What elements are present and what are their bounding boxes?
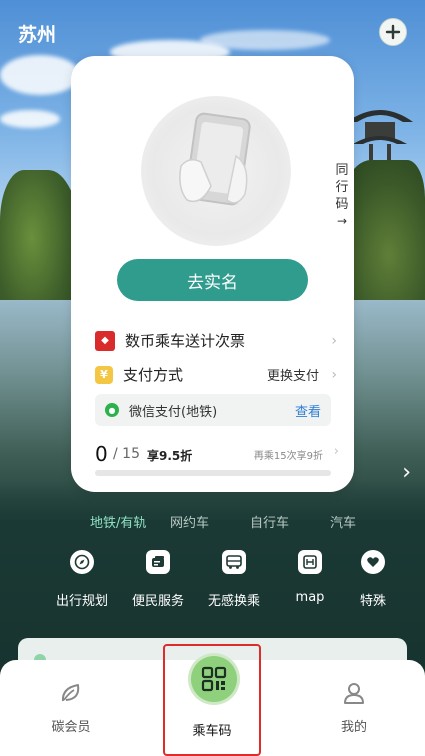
leaf-icon [61, 684, 80, 702]
wechat-pay-box[interactable]: ● 微信支付(地铁) 查看 [95, 394, 331, 426]
nav-label: 乘车码 [192, 724, 232, 739]
side-char: 行 [335, 180, 349, 195]
coupon-label: 数币乘车送计次票 [125, 332, 246, 350]
ride-code-card: 去实名 ◆ 数币乘车送计次票 › ¥ 支付方式 更换支付 › ● 微信支付(地铁… [71, 56, 354, 492]
rides-total: / 15 [113, 446, 140, 462]
heart-icon [361, 550, 385, 574]
wechat-pay-icon: ● [105, 403, 119, 417]
phone-illustration [141, 96, 291, 246]
cloud [0, 110, 60, 128]
tab-bicycle[interactable]: 自行车 [250, 512, 330, 531]
nav-label: 碳会员 [51, 720, 91, 735]
qr-code-icon [191, 656, 237, 702]
rides-count: 0 [95, 442, 108, 466]
cloud [0, 55, 80, 95]
nav-label: 我的 [340, 720, 367, 735]
service-icon [146, 550, 170, 574]
yen-icon: ¥ [95, 365, 113, 384]
city-name[interactable]: 苏州 [18, 20, 56, 47]
bottom-navigation: 碳会员 乘车码 我的 [0, 644, 425, 756]
service-seamless-transfer[interactable]: 无感换乘 [196, 550, 272, 609]
services-row: 出行规划 便民服务 无感换乘 map 特殊 [44, 550, 425, 609]
service-map[interactable]: map [272, 550, 348, 609]
tab-bus[interactable]: 汽车 [330, 512, 360, 531]
ride-progress[interactable]: 0 / 15 享9.5折 再乘15次享9折 › [95, 442, 339, 466]
view-link[interactable]: 查看 [295, 401, 321, 420]
wechat-pay-label: 微信支付(地铁) [129, 404, 218, 420]
service-label: 无感换乘 [207, 594, 260, 609]
chevron-right-icon: › [333, 444, 339, 459]
service-label: 出行规划 [55, 594, 108, 609]
service-convenience[interactable]: 便民服务 [120, 550, 196, 609]
map-icon [298, 550, 322, 574]
tab-ride-hailing[interactable]: 网约车 [170, 512, 250, 531]
nav-carbon-member[interactable]: 碳会员 [26, 680, 116, 735]
user-icon [344, 683, 364, 704]
service-label: 便民服务 [131, 594, 184, 609]
side-char: 同 [335, 163, 349, 178]
nav-profile[interactable]: 我的 [309, 680, 399, 735]
transport-tabs: 地铁/有轨 网约车 自行车 汽车 [90, 512, 360, 531]
service-special[interactable]: 特殊 [348, 550, 398, 609]
progress-bar [95, 470, 331, 476]
plus-circle-icon[interactable] [379, 18, 407, 46]
cloud [200, 30, 330, 50]
payment-method-row[interactable]: ¥ 支付方式 更换支付 › [95, 364, 337, 385]
phone-hand-icon [179, 112, 251, 206]
arrow-right-icon: → [336, 214, 348, 228]
bus-icon [222, 550, 246, 574]
change-payment-link[interactable]: 更换支付 [267, 365, 319, 384]
nav-ride-code[interactable]: 乘车码 [163, 644, 261, 756]
next-arrow-icon[interactable]: › [402, 460, 411, 485]
digital-currency-icon: ◆ [95, 330, 115, 351]
coupon-row[interactable]: ◆ 数币乘车送计次票 › [95, 330, 337, 351]
service-label: 特殊 [359, 594, 386, 609]
go-realname-button[interactable]: 去实名 [117, 259, 308, 301]
chevron-right-icon: › [331, 366, 337, 383]
chevron-right-icon: › [331, 332, 337, 349]
compass-icon [70, 550, 94, 574]
payment-label: 支付方式 [123, 366, 184, 384]
side-char: 码 [335, 197, 349, 212]
discount-label: 享9.5折 [147, 449, 193, 463]
service-label: map [295, 590, 325, 605]
companion-code-tab[interactable]: 同 行 码 → [335, 162, 349, 230]
tab-metro[interactable]: 地铁/有轨 [90, 512, 170, 531]
service-trip-planning[interactable]: 出行规划 [44, 550, 120, 609]
discount-hint: 再乘15次享9折 [253, 451, 323, 462]
